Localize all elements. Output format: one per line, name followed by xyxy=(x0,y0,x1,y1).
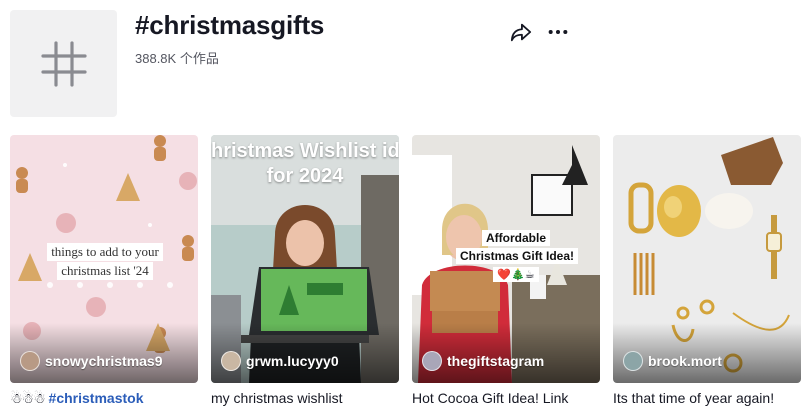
author-name[interactable]: snowychristmas9 xyxy=(45,353,163,369)
overlay-line: Affordable xyxy=(482,230,550,246)
avatar[interactable] xyxy=(422,351,442,371)
overlay-text: Affordable Christmas Gift Idea! ❤️🎄☕ xyxy=(456,229,579,283)
video-thumbnail[interactable]: things to add to your christmas list '24… xyxy=(10,135,198,383)
video-thumbnail[interactable]: Affordable Christmas Gift Idea! ❤️🎄☕ the… xyxy=(412,135,600,383)
overlay-emoji: ❤️🎄☕ xyxy=(493,267,539,282)
overlay-line: things to add to your xyxy=(47,243,163,261)
video-card[interactable]: things to add to your christmas list '24… xyxy=(10,135,198,419)
caption-hashtag-link[interactable]: #christmastok xyxy=(49,390,144,406)
video-grid: things to add to your christmas list '24… xyxy=(10,135,801,414)
overlay-line: christmas list '24 xyxy=(57,262,153,280)
share-arrow-icon xyxy=(510,23,532,42)
avatar[interactable] xyxy=(221,351,241,371)
overlay-line: Christmas Gift Idea! xyxy=(456,248,579,264)
hashtag-icon xyxy=(40,40,87,87)
page-title: #christmasgifts xyxy=(135,10,325,40)
video-card[interactable]: hristmas Wishlist ide for 2024 grwm.lucy… xyxy=(211,135,399,419)
avatar[interactable] xyxy=(623,351,643,371)
author-info[interactable]: grwm.lucyyy0 xyxy=(221,351,339,371)
overlay-line: hristmas Wishlist ide xyxy=(211,140,399,162)
video-caption[interactable]: Its that time of year again! xyxy=(613,389,801,419)
share-button[interactable] xyxy=(509,20,533,44)
author-info[interactable]: thegiftstagram xyxy=(422,351,544,371)
video-caption[interactable]: ☃☃☃ #christmastok xyxy=(10,389,198,419)
avatar[interactable] xyxy=(20,351,40,371)
snowman-emoji: ☃☃☃ xyxy=(10,390,46,406)
author-info[interactable]: snowychristmas9 xyxy=(20,351,163,371)
overlay-text: hristmas Wishlist ide for 2024 xyxy=(211,139,399,189)
author-name[interactable]: brook.mort xyxy=(648,353,722,369)
more-options-button[interactable] xyxy=(546,20,570,44)
author-name[interactable]: grwm.lucyyy0 xyxy=(246,353,339,369)
video-caption[interactable]: Hot Cocoa Gift Idea! Link xyxy=(412,389,600,419)
overlay-line: for 2024 xyxy=(266,165,344,187)
more-dots-icon xyxy=(548,29,568,35)
video-card[interactable]: Affordable Christmas Gift Idea! ❤️🎄☕ the… xyxy=(412,135,600,419)
author-info[interactable]: brook.mort xyxy=(623,351,722,371)
overlay-text: things to add to your christmas list '24 xyxy=(40,243,170,280)
author-name[interactable]: thegiftstagram xyxy=(447,353,544,369)
video-count: 388.8K 个作品 xyxy=(135,51,219,66)
video-thumbnail[interactable]: hristmas Wishlist ide for 2024 grwm.lucy… xyxy=(211,135,399,383)
hashtag-avatar xyxy=(10,10,117,117)
video-caption[interactable]: my christmas wishlist xyxy=(211,389,399,419)
video-card[interactable]: brook.mort Its that time of year again! xyxy=(613,135,801,419)
video-thumbnail[interactable]: brook.mort xyxy=(613,135,801,383)
